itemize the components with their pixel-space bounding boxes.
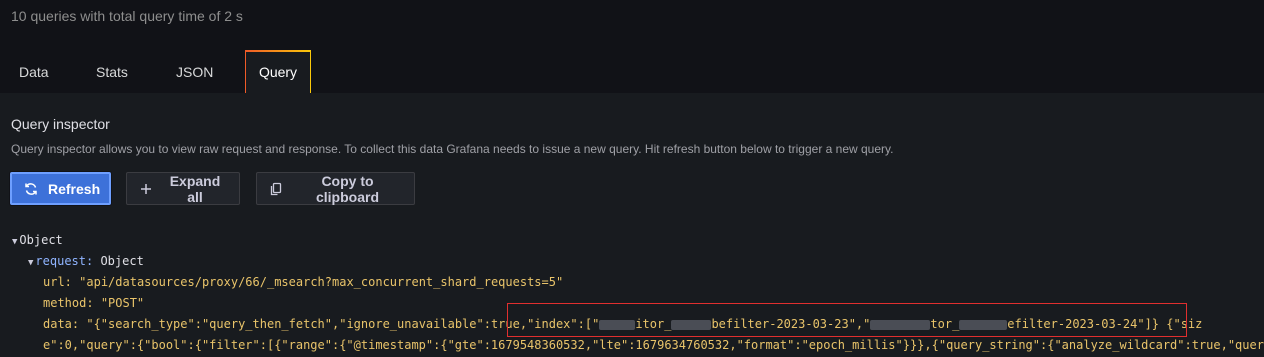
url-value: "api/datasources/proxy/66/_msearch?max_c… [79, 275, 564, 289]
caret-down-icon: ▼ [28, 258, 34, 268]
root-label: Object [19, 233, 63, 247]
tree-url-row: url: "api/datasources/proxy/66/_msearch?… [43, 272, 563, 293]
request-type: Object [100, 254, 144, 268]
inspector-description: Query inspector allows you to view raw r… [11, 142, 894, 156]
tree-method-row: method: "POST" [43, 293, 144, 314]
caret-down-icon: ▼ [12, 237, 18, 247]
method-value: "POST" [100, 296, 145, 310]
data-key: data: [43, 317, 80, 331]
inspector-tabs: Data Stats JSON Query [0, 50, 1264, 94]
expand-all-label: Expand all [169, 172, 221, 205]
data-value-part2: e":0,"query":{"bool":{"filter":[{"range"… [43, 338, 1264, 352]
refresh-button[interactable]: Refresh [10, 172, 111, 205]
method-key: method: [43, 296, 94, 310]
expand-all-button[interactable]: Expand all [126, 172, 240, 205]
plus-icon [139, 182, 153, 196]
refresh-icon [24, 182, 38, 196]
tree-data-row-cont: e":0,"query":{"bool":{"filter":[{"range"… [43, 335, 1264, 356]
refresh-button-label: Refresh [48, 180, 101, 197]
tab-data[interactable]: Data [19, 50, 49, 93]
inspector-title: Query inspector [11, 116, 110, 132]
tab-json[interactable]: JSON [176, 50, 213, 93]
request-key: request: [35, 254, 94, 268]
copy-label: Copy to clipboard [315, 172, 379, 205]
url-key: url: [43, 275, 72, 289]
tree-root-row[interactable]: ▼ Object [12, 230, 63, 253]
tree-request-row[interactable]: ▼ request: Object [28, 251, 144, 274]
copy-to-clipboard-button[interactable]: Copy to clipboard [256, 172, 415, 205]
copy-icon [269, 182, 283, 196]
highlight-box [507, 303, 1187, 337]
query-summary: 10 queries with total query time of 2 s [11, 8, 243, 24]
tab-stats[interactable]: Stats [96, 50, 128, 93]
data-value-part1: "{"search_type":"query_then_fetch","igno… [86, 317, 528, 331]
tab-query[interactable]: Query [245, 50, 311, 93]
